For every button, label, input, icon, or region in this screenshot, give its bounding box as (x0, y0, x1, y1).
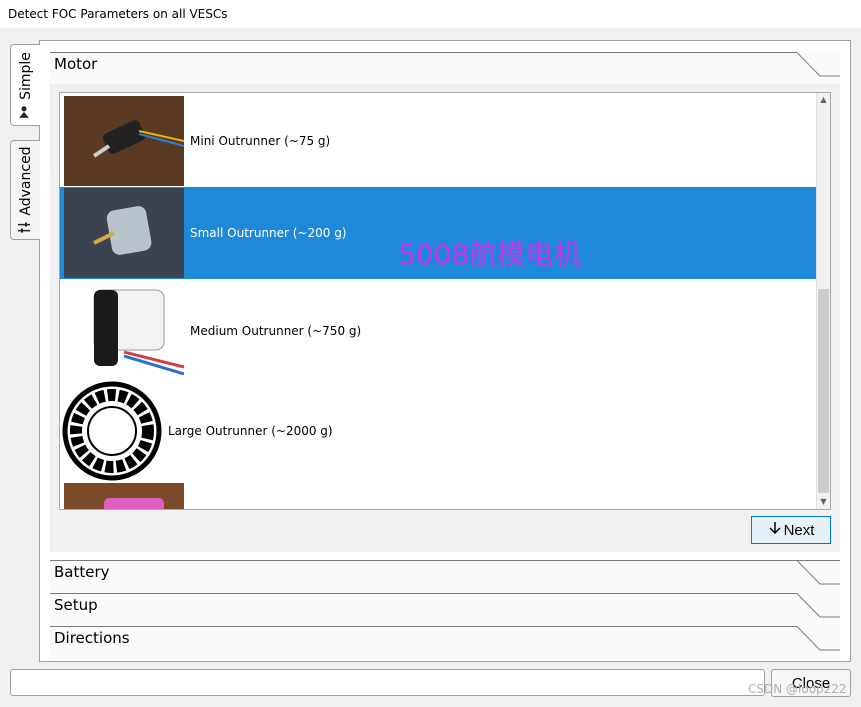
list-item-large-outrunner[interactable]: Large Outrunner (~2000 g) (60, 381, 816, 481)
list-item-small-outrunner[interactable]: Small Outrunner (~200 g) 5008航模电机 (60, 187, 816, 279)
section-directions-label: Directions (54, 629, 130, 647)
section-motor-label: Motor (54, 55, 98, 73)
person-icon (18, 106, 34, 118)
section-setup-header[interactable]: Setup (50, 593, 840, 626)
section-header-frame (50, 626, 840, 651)
list-item-label: Mini Outrunner (~75 g) (190, 134, 331, 148)
tab-simple[interactable]: Simple (10, 44, 40, 126)
section-battery-label: Battery (54, 563, 110, 581)
motor-small-image (64, 188, 184, 278)
section-directions-header[interactable]: Directions (50, 626, 840, 659)
arrow-down-icon (768, 521, 782, 539)
status-field (10, 669, 765, 696)
section-setup-label: Setup (54, 596, 98, 614)
list-item-label: Medium Outrunner (~750 g) (190, 324, 362, 338)
scroll-down-icon[interactable]: ▼ (817, 495, 830, 509)
tab-simple-label: Simple (17, 52, 34, 100)
section-battery-header[interactable]: Battery (50, 560, 840, 593)
motor-large-image (62, 381, 162, 481)
list-item-label: Large Outrunner (~2000 g) (168, 424, 333, 438)
motor-partial-image (64, 483, 184, 509)
section-header-frame (50, 560, 840, 585)
window-title: Detect FOC Parameters on all VESCs (0, 0, 861, 28)
section-motor-header[interactable]: Motor (50, 52, 840, 85)
list-scrollbar[interactable]: ▲ ▼ (816, 93, 830, 509)
tab-advanced[interactable]: Advanced (10, 140, 40, 240)
list-item-label: Small Outrunner (~200 g) (190, 226, 347, 240)
list-item-mini-outrunner[interactable]: Mini Outrunner (~75 g) (60, 95, 816, 187)
watermark: CSDN @loop222 (748, 682, 847, 696)
scroll-thumb[interactable] (818, 289, 829, 493)
section-header-frame (50, 593, 840, 618)
motor-annotation: 5008航模电机 (398, 238, 582, 271)
list-item-medium-outrunner[interactable]: Medium Outrunner (~750 g) (60, 281, 816, 381)
motor-list[interactable]: Mini Outrunner (~75 g) Small Outrunner (… (59, 92, 831, 510)
section-header-frame (50, 52, 840, 77)
tab-advanced-label: Advanced (17, 146, 34, 216)
next-label: Next (783, 521, 815, 539)
motor-medium-image (64, 282, 184, 380)
sliders-icon (17, 222, 34, 234)
next-button[interactable]: Next (751, 516, 831, 544)
list-item-partial[interactable] (60, 483, 816, 509)
scroll-up-icon[interactable]: ▲ (817, 93, 830, 107)
motor-mini-image (64, 96, 184, 186)
